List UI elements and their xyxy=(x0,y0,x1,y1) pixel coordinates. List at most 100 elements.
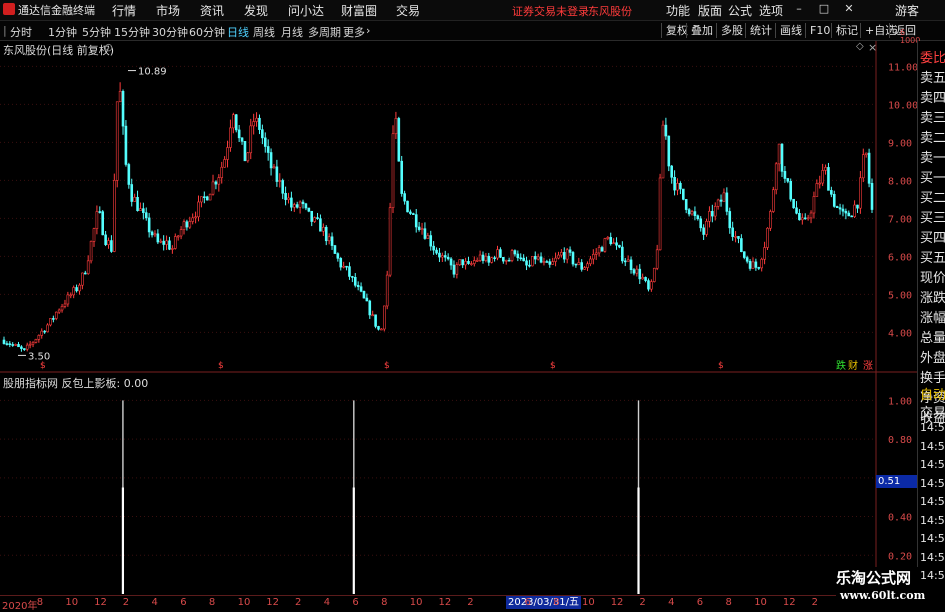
date-tick-label: 12 xyxy=(782,597,796,608)
candle-body xyxy=(11,344,15,346)
menu-item-zixun[interactable]: 资讯 xyxy=(200,2,224,19)
period-fenshi[interactable]: 分时 xyxy=(10,24,32,40)
candle-body xyxy=(586,263,589,268)
candle-body xyxy=(461,259,464,266)
candle-body xyxy=(618,244,621,248)
candle-body xyxy=(516,253,520,259)
period-monthly[interactable]: 月线 xyxy=(281,24,303,40)
price-axis: 11.00 10.00 9.00 8.00 7.00 6.00 5.00 4.00 xyxy=(888,62,917,339)
user-label[interactable]: 游客 xyxy=(895,2,919,19)
menu-item-faxian[interactable]: 发现 xyxy=(244,2,268,19)
candle-body xyxy=(673,176,676,191)
candle-body xyxy=(522,257,525,262)
period-5min[interactable]: 5分钟 xyxy=(82,24,111,40)
tool-fuquan[interactable]: 复权 xyxy=(661,23,688,38)
candle-body xyxy=(46,324,49,333)
period-more[interactable]: 更多 xyxy=(343,24,365,40)
menu-item-caifuquan[interactable]: 财富圈 xyxy=(341,2,377,19)
menu-item-hangqing[interactable]: 行情 xyxy=(112,2,136,19)
candle-body xyxy=(870,183,874,210)
candle-body xyxy=(525,260,528,266)
candle-body xyxy=(362,291,366,299)
candle-body xyxy=(565,249,569,260)
date-tick-label: 10 xyxy=(237,597,251,608)
candle-body xyxy=(682,188,685,200)
indicator-tick-label: 0.20 xyxy=(888,551,912,562)
candle-body xyxy=(661,124,665,179)
candle-body xyxy=(232,114,235,129)
candle-body xyxy=(339,258,343,268)
period-weekly[interactable]: 周线 xyxy=(253,24,275,40)
candle-body xyxy=(615,242,618,246)
menu-item-wenxiaoda[interactable]: 问小达 xyxy=(288,2,324,19)
candle-body xyxy=(455,264,459,275)
event-tag-marker: 跌 xyxy=(836,359,846,372)
more-chevron-icon[interactable]: › xyxy=(366,24,370,37)
date-tick-label: 4 xyxy=(668,597,675,608)
date-tick-label: 2 xyxy=(467,597,474,608)
candle-body xyxy=(748,260,752,269)
candle-body xyxy=(867,152,871,184)
menu-item-jiaoyi[interactable]: 交易 xyxy=(396,2,420,19)
candle-body xyxy=(316,217,319,219)
maximize-icon[interactable]: □ xyxy=(818,3,830,15)
candle-body xyxy=(835,206,839,208)
price-tick-label: 5.00 xyxy=(888,290,912,301)
date-tick-label: 6 xyxy=(524,597,531,608)
trade-time-label: 14:56 xyxy=(920,458,945,471)
menu-item-shichang[interactable]: 市场 xyxy=(156,2,180,19)
candle-body xyxy=(467,261,470,264)
period-multi[interactable]: 多周期 xyxy=(308,24,341,40)
candle-body xyxy=(269,152,273,169)
trade-mode-label[interactable]: 自动 xyxy=(920,384,945,403)
candle-body xyxy=(75,287,78,292)
trade-time-label: 14:56 xyxy=(920,421,945,434)
candle-body xyxy=(722,192,726,202)
tool-f10[interactable]: F10 xyxy=(805,23,830,38)
period-1min[interactable]: 1分钟 xyxy=(48,24,77,40)
candle-body xyxy=(92,228,96,242)
period-60min[interactable]: 60分钟 xyxy=(189,24,225,40)
candle-body xyxy=(766,227,769,248)
candle-body xyxy=(458,259,462,266)
trade-mode-label[interactable]: 交易 xyxy=(920,402,945,421)
period-menu-icon[interactable]: | xyxy=(3,24,7,37)
menu-item-gongshi[interactable]: 公式 xyxy=(728,2,752,19)
kline-chart[interactable]: 10.893.50 $ $ $ $ $ 财跌 涨 11.00 10.00 9.00 8.00 7.0… xyxy=(0,41,917,595)
candle-body xyxy=(380,328,383,331)
candle-body xyxy=(818,182,822,185)
period-30min[interactable]: 30分钟 xyxy=(152,24,188,40)
period-daily[interactable]: 日线 xyxy=(227,24,249,40)
menu-item-gongneng[interactable]: 功能 xyxy=(666,2,690,19)
tool-diejia[interactable]: 叠加 xyxy=(686,23,713,38)
candle-body xyxy=(261,129,264,139)
tool-huaxian[interactable]: 画线 xyxy=(775,23,802,38)
candle-body xyxy=(684,199,688,210)
tool-tongji[interactable]: 统计 xyxy=(745,23,772,38)
candle-body xyxy=(449,258,453,266)
candle-body xyxy=(281,180,284,194)
candle-body xyxy=(812,196,816,214)
date-tick-label: 2 xyxy=(811,597,818,608)
minimize-icon[interactable]: – xyxy=(793,3,805,15)
candle-body xyxy=(679,183,682,190)
period-15min[interactable]: 15分钟 xyxy=(114,24,150,40)
price-tick-label: 9.00 xyxy=(888,138,912,149)
candle-body xyxy=(734,236,737,238)
candle-body xyxy=(14,344,17,346)
menu-item-banmian[interactable]: 版面 xyxy=(698,2,722,19)
login-warning[interactable]: 证券交易未登录 xyxy=(512,3,589,19)
candle-body xyxy=(330,236,334,246)
candle-body xyxy=(789,180,793,200)
tool-duogu[interactable]: 多股 xyxy=(716,23,743,38)
candle-body xyxy=(621,246,624,262)
date-tick-label: 6 xyxy=(352,597,359,608)
close-icon[interactable]: ✕ xyxy=(843,3,855,15)
candle-body xyxy=(284,192,287,200)
menu-item-xuanxiang[interactable]: 选项 xyxy=(759,2,783,19)
tool-biaoji[interactable]: 标记 xyxy=(831,23,858,38)
date-tick-label: 10 xyxy=(65,597,79,608)
candlesticks: 10.893.50 xyxy=(2,67,874,362)
price-tick-label: 7.00 xyxy=(888,214,912,225)
date-cursor: 2023/03/31/五 xyxy=(506,596,582,609)
